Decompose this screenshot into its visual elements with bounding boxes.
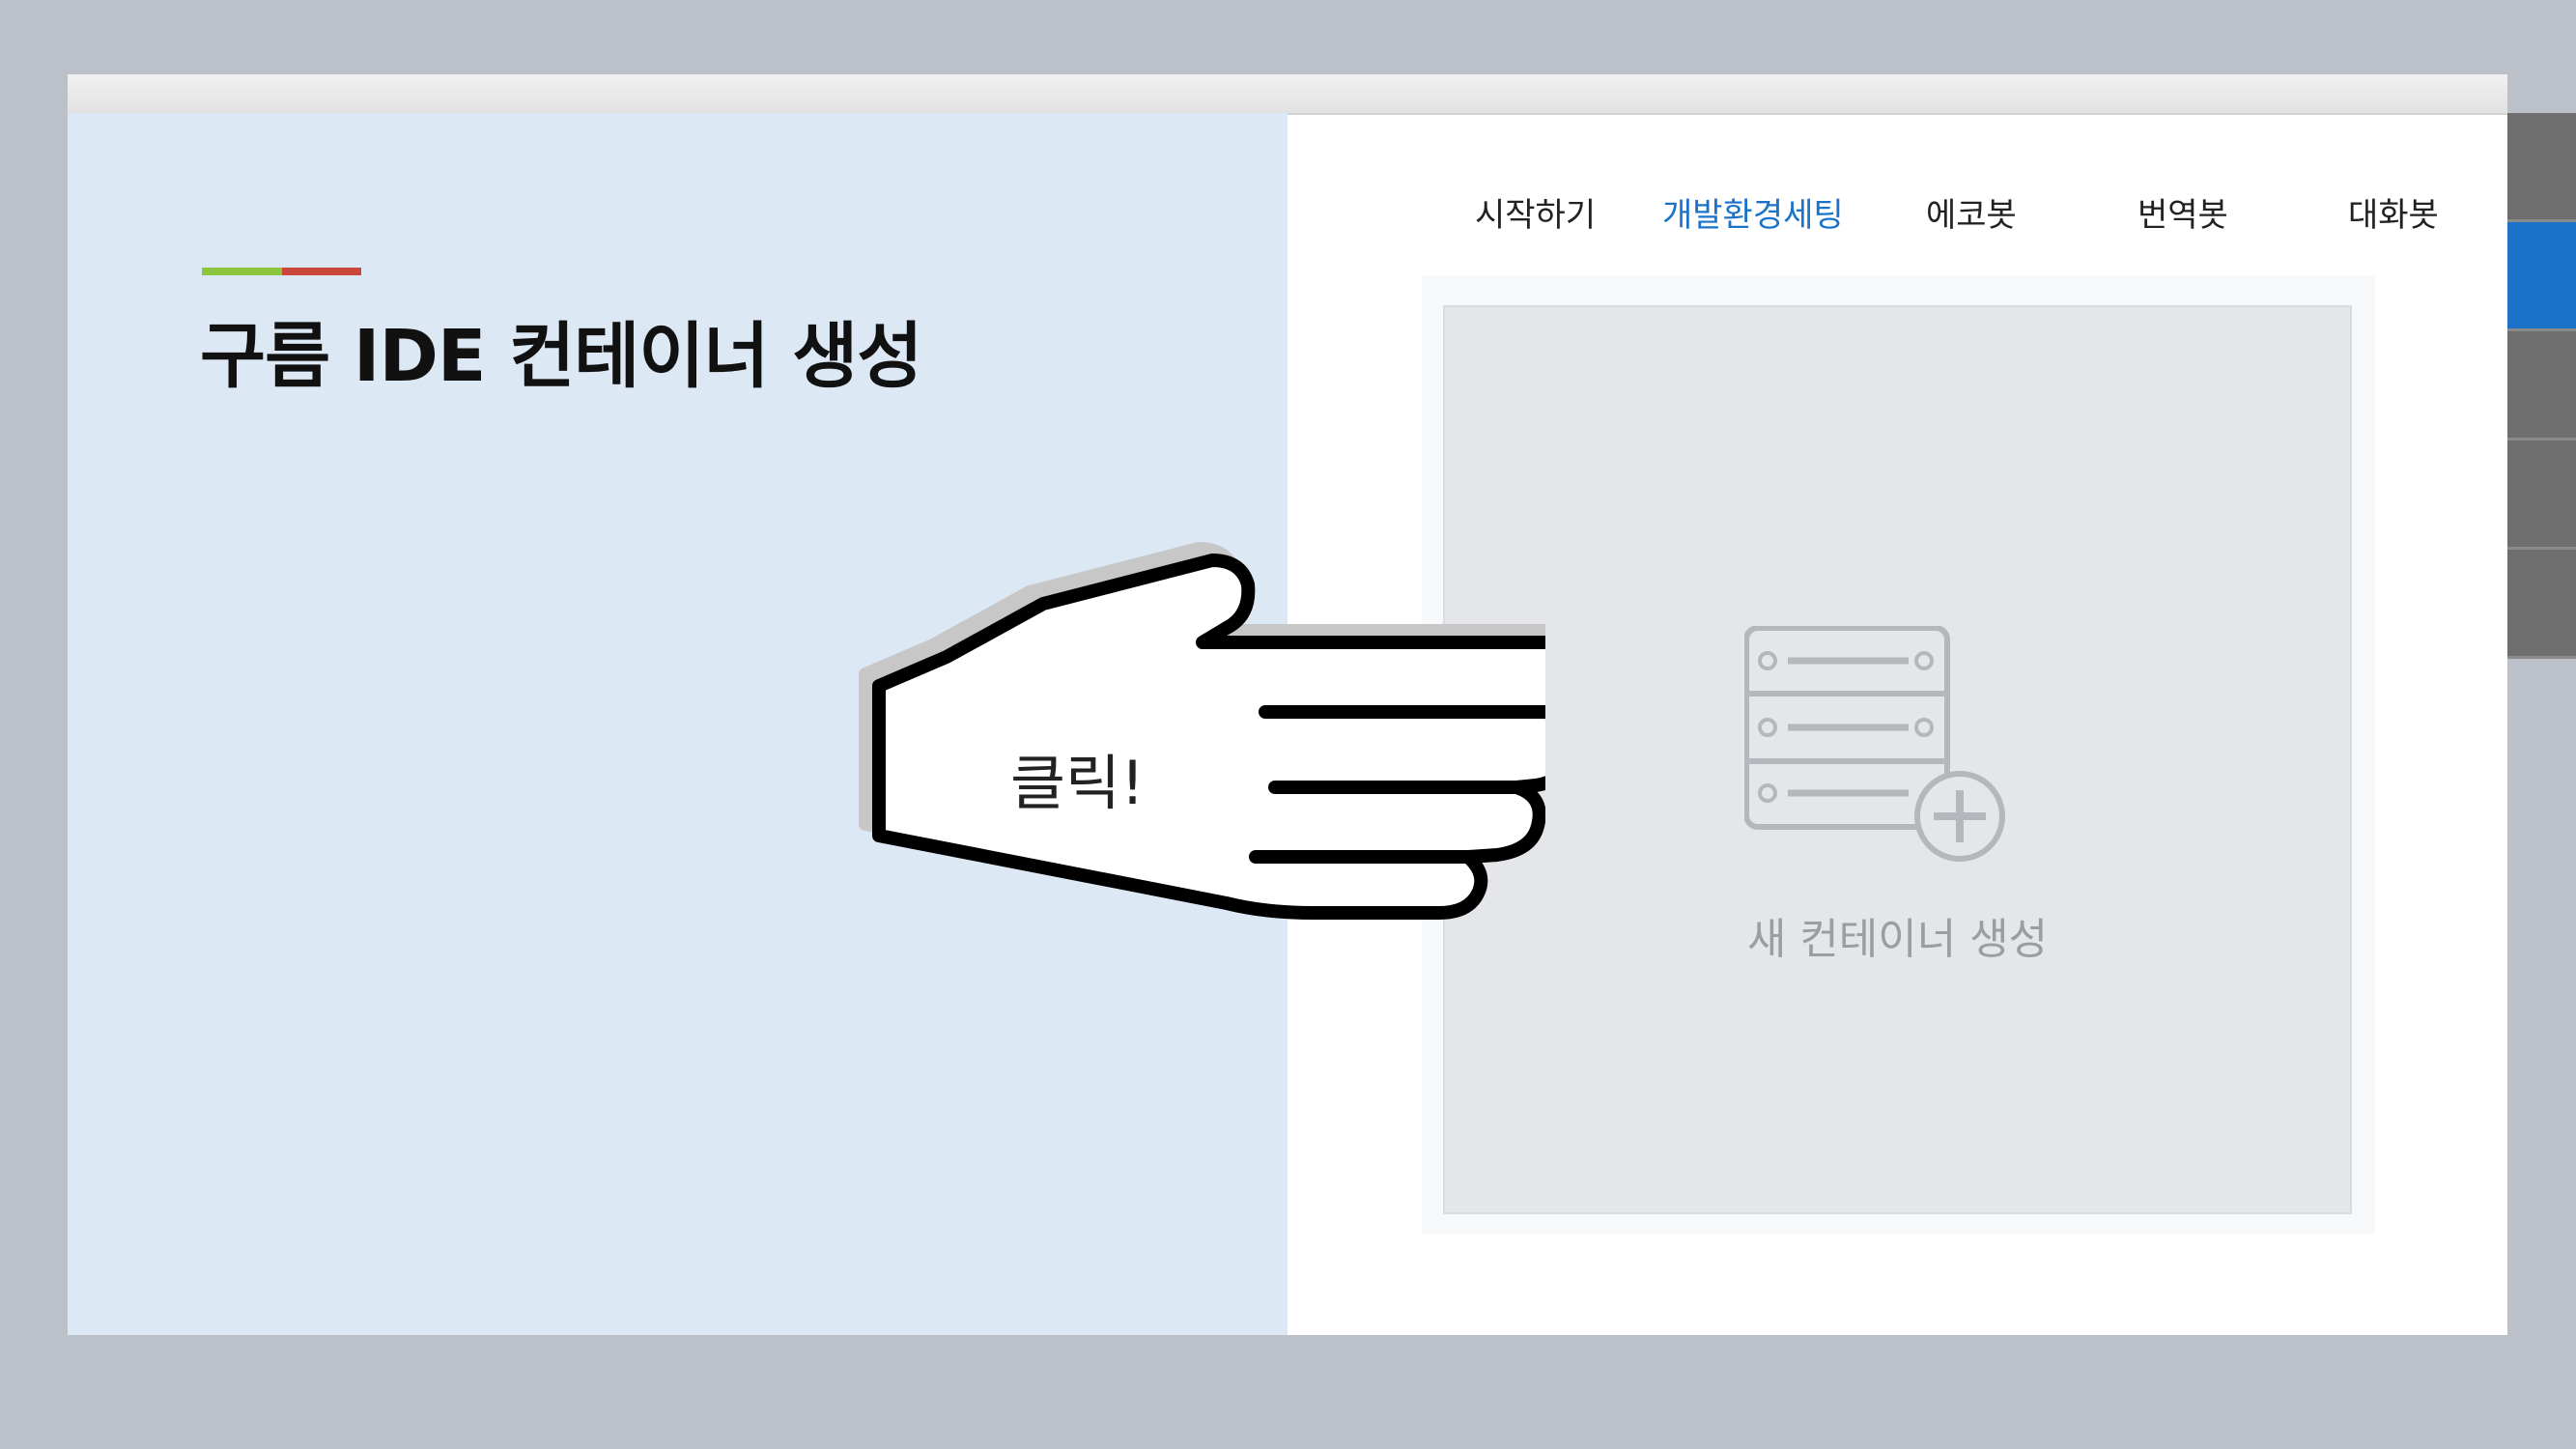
side-tab-5[interactable] bbox=[2507, 550, 2576, 659]
pointing-hand-icon bbox=[859, 542, 1545, 920]
side-tab-1[interactable] bbox=[2507, 113, 2576, 222]
page-title: 구름 IDE 컨테이너 생성 bbox=[200, 315, 922, 398]
side-tab-bar bbox=[2507, 113, 2576, 659]
accent-line-green bbox=[202, 268, 282, 275]
side-tab-2[interactable] bbox=[2507, 222, 2576, 331]
window-top-bar bbox=[68, 74, 2507, 115]
new-container-label: 새 컨테이너 생성 bbox=[1746, 915, 2049, 964]
nav-item-translatebot[interactable]: 번역봇 bbox=[2137, 188, 2228, 236]
nav-item-echobot[interactable]: 에코봇 bbox=[1926, 188, 2017, 236]
accent-line-red bbox=[282, 268, 361, 275]
nav-item-dev-env[interactable]: 개발환경세팅 bbox=[1662, 188, 1844, 236]
nav-item-start[interactable]: 시작하기 bbox=[1475, 188, 1596, 236]
side-tab-3[interactable] bbox=[2507, 331, 2576, 440]
nav-item-chatbot[interactable]: 대화봇 bbox=[2348, 188, 2439, 236]
new-container-card[interactable]: 새 컨테이너 생성 bbox=[1443, 305, 2352, 1214]
click-callout-text: 클릭! bbox=[1010, 748, 1145, 818]
server-add-icon bbox=[1744, 626, 2005, 862]
side-tab-4[interactable] bbox=[2507, 440, 2576, 550]
